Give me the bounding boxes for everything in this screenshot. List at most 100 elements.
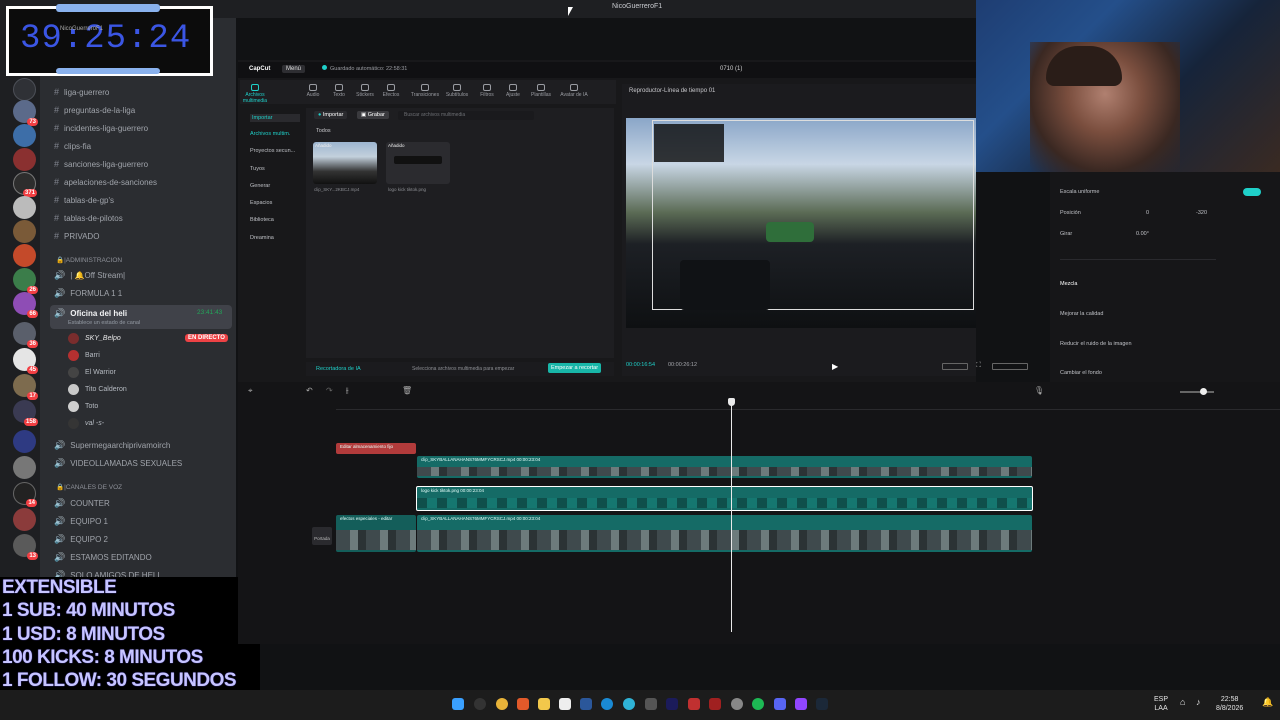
- tool-subtitles[interactable]: Subtítulos: [444, 84, 470, 98]
- media-nav-yours[interactable]: Tuyos: [250, 166, 265, 172]
- server-icon[interactable]: 26: [13, 268, 38, 294]
- server-icon[interactable]: 73: [13, 100, 38, 126]
- voice-user[interactable]: SKY_Belpo: [68, 333, 121, 344]
- channel-preguntas[interactable]: # preguntas-de-la-liga: [54, 105, 135, 115]
- change-background[interactable]: Cambiar el fondo: [1060, 370, 1102, 376]
- server-icon[interactable]: 45: [13, 348, 38, 374]
- position-y[interactable]: -320: [1196, 210, 1207, 216]
- server-icon[interactable]: [13, 220, 36, 243]
- cover-button[interactable]: Portada: [312, 527, 332, 545]
- media-nav-projects[interactable]: Proyectos secun...: [250, 148, 295, 154]
- channel-incidentes[interactable]: # incidentes-liga-guerrero: [54, 123, 148, 133]
- settings-icon[interactable]: [731, 698, 743, 710]
- zoom-slider-handle[interactable]: [1200, 388, 1207, 395]
- channel-estamos-editando[interactable]: 🔊 ESTAMOS EDITANDO: [54, 552, 152, 563]
- record-button[interactable]: ▣ Grabar: [357, 111, 389, 119]
- chrome-icon[interactable]: [496, 698, 508, 710]
- media-thumbnail-video[interactable]: Añadido: [313, 142, 377, 184]
- channel-sanciones[interactable]: # sanciones-liga-guerrero: [54, 159, 148, 169]
- category-voz[interactable]: 🔒|CANALES DE VOZ: [56, 483, 122, 491]
- playhead[interactable]: [731, 400, 732, 632]
- obs-icon[interactable]: [795, 698, 807, 710]
- channel-equipo-1[interactable]: 🔊 EQUIPO 1: [54, 516, 108, 527]
- channel-apelaciones[interactable]: # apelaciones-de-sanciones: [54, 177, 157, 187]
- server-icon[interactable]: 14: [13, 482, 37, 507]
- filter-all[interactable]: Todos: [316, 128, 331, 134]
- language-indicator[interactable]: ESP LAA: [1154, 695, 1168, 713]
- spotify-icon[interactable]: [752, 698, 764, 710]
- channel-tablas-pilotos[interactable]: # tablas-de-pilotos: [54, 213, 123, 223]
- play-icon[interactable]: ▶: [832, 362, 838, 371]
- tool-audio[interactable]: Audio: [300, 84, 326, 98]
- ratio-button[interactable]: [942, 363, 968, 370]
- channel-supermega[interactable]: 🔊 Supermegaarchiprivamoirch: [54, 440, 170, 451]
- tool-transitions[interactable]: Transiciones: [410, 84, 440, 98]
- media-nav-dreamina[interactable]: Dreamina: [250, 235, 274, 241]
- media-nav-generate[interactable]: Generar: [250, 183, 270, 189]
- media-thumbnail-logo[interactable]: Añadido: [386, 142, 450, 184]
- media-nav-import[interactable]: Importar: [250, 114, 300, 122]
- text-clip[interactable]: Editar almacenamiento fijo: [336, 443, 416, 454]
- zoom-slider[interactable]: [1180, 391, 1214, 393]
- tool-ai-avatar[interactable]: Avatar de IA: [558, 84, 590, 98]
- quality-button[interactable]: [992, 363, 1028, 370]
- network-icon[interactable]: ⌂: [1180, 698, 1185, 707]
- server-icon[interactable]: [13, 196, 36, 219]
- tool-stickers[interactable]: Stickers: [352, 84, 378, 98]
- tool-media[interactable]: Archivos multimedia: [242, 84, 268, 104]
- server-icon[interactable]: [13, 124, 36, 147]
- channel-clips-fia[interactable]: # clips-fia: [54, 141, 91, 151]
- voice-user[interactable]: val -s-: [68, 418, 104, 429]
- volume-icon[interactable]: ♪: [1196, 698, 1201, 707]
- app-icon[interactable]: [645, 698, 657, 710]
- steam-icon[interactable]: [816, 698, 828, 710]
- channel-off-stream[interactable]: 🔊 | 🔔Off Stream|: [54, 270, 125, 281]
- reduce-noise[interactable]: Reducir el ruido de la imagen: [1060, 341, 1132, 347]
- tool-effects[interactable]: Efectos: [378, 84, 404, 98]
- logo-clip-selected[interactable]: logo kick tiktok.png 00:00:23:04: [416, 486, 1033, 511]
- delete-icon[interactable]: 🗑: [402, 386, 412, 395]
- notifications-icon[interactable]: 🔔: [1262, 698, 1273, 707]
- media-search-input[interactable]: Buscar archivos multimedia: [398, 111, 534, 120]
- brave-icon[interactable]: [517, 698, 529, 710]
- channel-status[interactable]: Establece un estado de canal: [68, 320, 140, 326]
- tool-templates[interactable]: Plantillas: [528, 84, 554, 98]
- microphone-icon[interactable]: 🎙: [1034, 386, 1044, 395]
- select-tool-icon[interactable]: ⌖: [248, 386, 253, 396]
- enhance-quality[interactable]: Mejorar la calidad: [1060, 311, 1103, 317]
- tool-adjust[interactable]: Ajuste: [500, 84, 526, 98]
- server-icon[interactable]: 66: [13, 292, 38, 318]
- server-icon[interactable]: [13, 508, 36, 531]
- ai-cutter-label[interactable]: Recortadora de IA: [316, 366, 361, 372]
- server-icon[interactable]: [13, 430, 36, 453]
- app-icon[interactable]: [688, 698, 700, 710]
- media-nav-library[interactable]: Biblioteca: [250, 217, 274, 223]
- windows-start-icon[interactable]: [452, 698, 464, 710]
- channel-liga-guerrero[interactable]: # liga-guerrero: [54, 87, 109, 97]
- voice-user[interactable]: Toto: [68, 401, 98, 412]
- word-icon[interactable]: [580, 698, 592, 710]
- browser-icon[interactable]: [623, 698, 635, 710]
- tool-text[interactable]: Texto: [326, 84, 352, 98]
- channel-equipo-2[interactable]: 🔊 EQUIPO 2: [54, 534, 108, 545]
- main-video-clip[interactable]: clip_SKYBALLANAHANS76MMFYCRSCJ.mp4 00:00…: [417, 515, 1032, 552]
- server-icon[interactable]: 371: [13, 172, 37, 197]
- edge-icon[interactable]: [601, 698, 613, 710]
- fullscreen-icon[interactable]: ⛶: [976, 362, 981, 370]
- category-administracion[interactable]: 🔒|ADMINISTRACION: [56, 256, 122, 264]
- position-x[interactable]: 0: [1146, 210, 1149, 216]
- video-clip[interactable]: clip_SKYBALLANAHANS76MMFYCRSCJ.mp4 00:00…: [417, 456, 1032, 478]
- redo-icon[interactable]: ↷: [326, 386, 333, 395]
- channel-privado[interactable]: # PRIVADO: [54, 231, 99, 241]
- menu-button[interactable]: Menú: [282, 65, 306, 73]
- uniform-scale-toggle[interactable]: [1243, 188, 1261, 196]
- voice-channel-name[interactable]: 🔊 Oficina del heli: [54, 308, 127, 319]
- file-explorer-icon[interactable]: [538, 698, 550, 710]
- server-icon[interactable]: [13, 244, 36, 267]
- rotate-value[interactable]: 0.00°: [1136, 231, 1149, 237]
- blend-label[interactable]: Mezcla: [1060, 281, 1077, 287]
- server-icon[interactable]: 158: [13, 400, 38, 426]
- photoshop-icon[interactable]: [666, 698, 678, 710]
- voice-user[interactable]: Tito Calderon: [68, 384, 127, 395]
- import-button[interactable]: ● Importar: [314, 111, 348, 119]
